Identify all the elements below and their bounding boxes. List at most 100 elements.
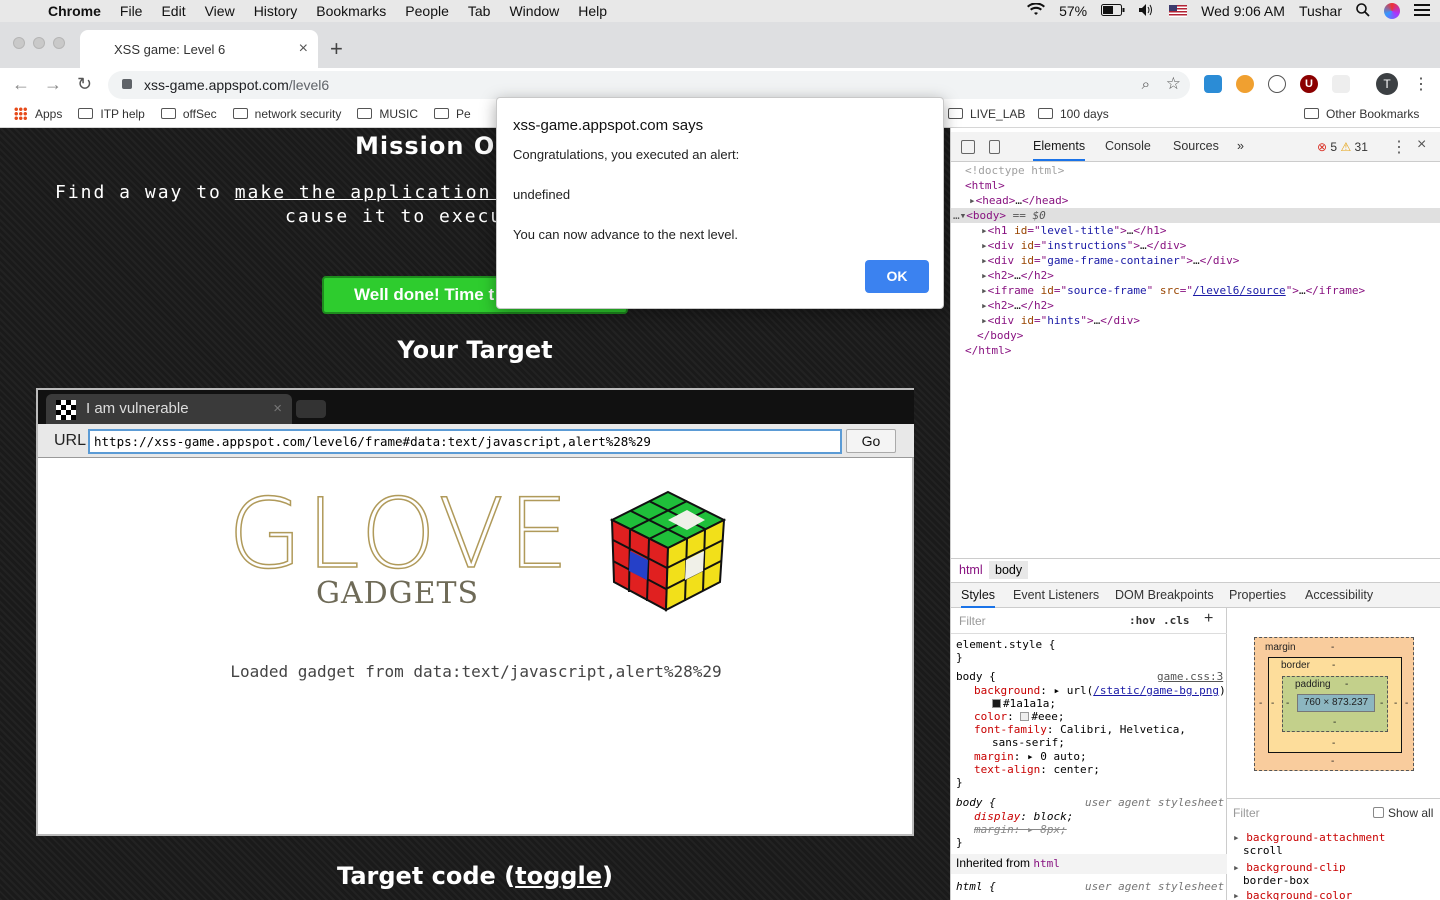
css-font-family[interactable]: font-family: Calibri, Helvetica,: [974, 723, 1186, 736]
profile-avatar[interactable]: T: [1376, 73, 1398, 95]
subtab-dom-breakpoints[interactable]: DOM Breakpoints: [1115, 588, 1214, 602]
frame-tab[interactable]: I am vulnerable ×: [46, 394, 292, 424]
mission-link[interactable]: make the application re: [235, 182, 530, 203]
show-all-checkbox[interactable]: Show all: [1373, 806, 1433, 820]
dom-doctype[interactable]: <!doctype html>: [965, 163, 1064, 178]
tab-console[interactable]: Console: [1105, 139, 1151, 153]
bookmark-music[interactable]: MUSIC: [357, 107, 418, 121]
battery-icon[interactable]: [1101, 3, 1125, 19]
menubar-clock[interactable]: Wed 9:06 AM: [1201, 3, 1285, 19]
dom-html-open[interactable]: <html>: [965, 178, 1005, 193]
styles-filter-input[interactable]: Filter: [959, 614, 986, 628]
box-model-margin[interactable]: margin - - - - border - - - - padding - …: [1254, 637, 1414, 771]
bookmark-live-lab[interactable]: LIVE_LAB: [948, 107, 1025, 121]
dom-h2-2[interactable]: ▸<h2>…</h2>: [981, 298, 1054, 313]
hov-toggle[interactable]: :hov: [1129, 614, 1156, 627]
cls-toggle[interactable]: .cls: [1163, 614, 1190, 627]
frame-new-tab-button[interactable]: [296, 400, 326, 418]
forward-arrow-icon[interactable]: →: [44, 74, 62, 95]
dom-h1-level-title[interactable]: ▸<h1 id="level-title">…</h1>: [981, 223, 1166, 238]
extension-ublock-icon[interactable]: U: [1300, 75, 1318, 93]
volume-icon[interactable]: [1139, 3, 1155, 20]
dom-div-game-frame-container[interactable]: ▸<div id="game-frame-container">…</div>: [981, 253, 1239, 268]
element-style-rule[interactable]: element.style {: [956, 638, 1055, 651]
dom-iframe-source-frame[interactable]: ▸<iframe id="source-frame" src="/level6/…: [981, 283, 1365, 298]
subtab-styles[interactable]: Styles: [961, 588, 996, 608]
devtools-menu-icon[interactable]: ⋮: [1391, 137, 1407, 157]
css-background[interactable]: background: ▸ url(/static/game-bg.png): [974, 684, 1226, 697]
ua-html-rule[interactable]: html {: [956, 880, 996, 893]
frame-url-input[interactable]: https://xss-game.appspot.com/level6/fram…: [88, 429, 842, 454]
box-model-content-size[interactable]: 760 × 873.237: [1297, 694, 1375, 712]
inspect-element-icon[interactable]: [961, 140, 975, 154]
ua-body-rule[interactable]: body {: [956, 796, 996, 809]
breadcrumb-body[interactable]: body: [989, 561, 1029, 579]
menu-app-name[interactable]: Chrome: [48, 3, 101, 19]
menu-tab[interactable]: Tab: [468, 3, 491, 19]
menu-file[interactable]: File: [120, 3, 143, 19]
tab-elements[interactable]: Elements: [1033, 139, 1086, 161]
battery-percent[interactable]: 57%: [1059, 3, 1087, 19]
dom-div-instructions[interactable]: ▸<div id="instructions">…</div>: [981, 238, 1186, 253]
dom-body-selected[interactable]: …▾<body> == $0: [951, 208, 1440, 223]
computed-prop-row[interactable]: ▸ background-clip: [1233, 861, 1346, 874]
bookmark-apps[interactable]: Apps: [14, 107, 62, 121]
extension-blank-icon[interactable]: [1332, 75, 1350, 93]
new-style-rule-icon[interactable]: +: [1204, 610, 1213, 628]
us-flag-icon[interactable]: [1169, 5, 1188, 17]
window-close-button[interactable]: [13, 37, 25, 49]
menubar-user[interactable]: Tushar: [1299, 3, 1342, 19]
bookmark-network-security[interactable]: network security: [232, 107, 341, 121]
bookmark-other[interactable]: Other Bookmarks: [1304, 107, 1419, 121]
dom-div-hints[interactable]: ▸<div id="hints">…</div>: [981, 313, 1140, 328]
window-minimize-button[interactable]: [33, 37, 45, 49]
computed-filter-input[interactable]: Filter: [1233, 806, 1260, 820]
subtab-properties[interactable]: Properties: [1229, 588, 1286, 602]
menu-view[interactable]: View: [205, 3, 235, 19]
siri-icon[interactable]: [1384, 3, 1400, 19]
extension-wappalyzer-icon[interactable]: [1268, 75, 1286, 93]
toggle-link[interactable]: toggle: [515, 862, 602, 890]
menu-edit[interactable]: Edit: [161, 3, 185, 19]
css-background-color[interactable]: #1a1a1a;: [992, 697, 1056, 710]
dom-h2-1[interactable]: ▸<h2>…</h2>: [981, 268, 1054, 283]
zoom-icon[interactable]: ⌕: [1142, 76, 1150, 93]
dom-head[interactable]: ▸<head>…</head>: [969, 193, 1068, 208]
computed-prop-row[interactable]: ▸ background-color: [1233, 889, 1352, 900]
dom-body-close[interactable]: </body>: [977, 328, 1023, 343]
more-tabs-button[interactable]: »: [1237, 139, 1244, 153]
menu-people[interactable]: People: [405, 3, 449, 19]
go-button[interactable]: Go: [846, 429, 896, 453]
menu-help[interactable]: Help: [578, 3, 607, 19]
subtab-accessibility[interactable]: Accessibility: [1305, 588, 1373, 602]
apple-icon[interactable]: [20, 3, 36, 19]
frame-tab-close-icon[interactable]: ×: [273, 394, 282, 424]
css-margin[interactable]: margin: ▸ 0 auto;: [974, 750, 1087, 763]
inherited-tag[interactable]: html: [1033, 857, 1060, 870]
spotlight-search-icon[interactable]: [1356, 2, 1370, 20]
menu-history[interactable]: History: [254, 3, 298, 19]
wifi-icon[interactable]: [1027, 1, 1046, 20]
box-model-border[interactable]: border - - - - padding - - - - 760 × 873…: [1268, 657, 1402, 753]
back-arrow-icon[interactable]: ←: [12, 74, 30, 95]
chrome-menu-icon[interactable]: ⋮: [1413, 74, 1429, 94]
bookmark-itp-help[interactable]: ITP help: [78, 107, 145, 121]
browser-tab-active[interactable]: XSS game: Level 6 ×: [80, 30, 318, 68]
ua-margin-overridden[interactable]: margin: ▸ 8px;: [974, 823, 1067, 836]
menu-bookmarks[interactable]: Bookmarks: [316, 3, 386, 19]
css-text-align[interactable]: text-align: center;: [974, 763, 1100, 776]
new-tab-button[interactable]: +: [330, 36, 343, 62]
bookmark-offsec[interactable]: offSec: [160, 107, 217, 121]
dom-html-close[interactable]: </html>: [965, 343, 1011, 358]
box-model-padding[interactable]: padding - - - - 760 × 873.237: [1282, 676, 1388, 732]
bookmark-star-icon[interactable]: ☆: [1166, 74, 1181, 94]
body-rule-selector[interactable]: body {: [956, 670, 996, 683]
extension-calendar-icon[interactable]: [1204, 75, 1222, 93]
computed-prop-row[interactable]: ▸ background-attachment: [1233, 831, 1385, 844]
devtools-close-icon[interactable]: ×: [1417, 136, 1426, 154]
bookmark-pe[interactable]: Pe: [434, 107, 471, 121]
address-bar[interactable]: xss-game.appspot.com/level6 ⌕ ☆: [108, 71, 1190, 99]
extension-cookie-icon[interactable]: [1236, 75, 1254, 93]
alert-ok-button[interactable]: OK: [865, 260, 929, 293]
breadcrumb-html[interactable]: html: [959, 563, 983, 577]
